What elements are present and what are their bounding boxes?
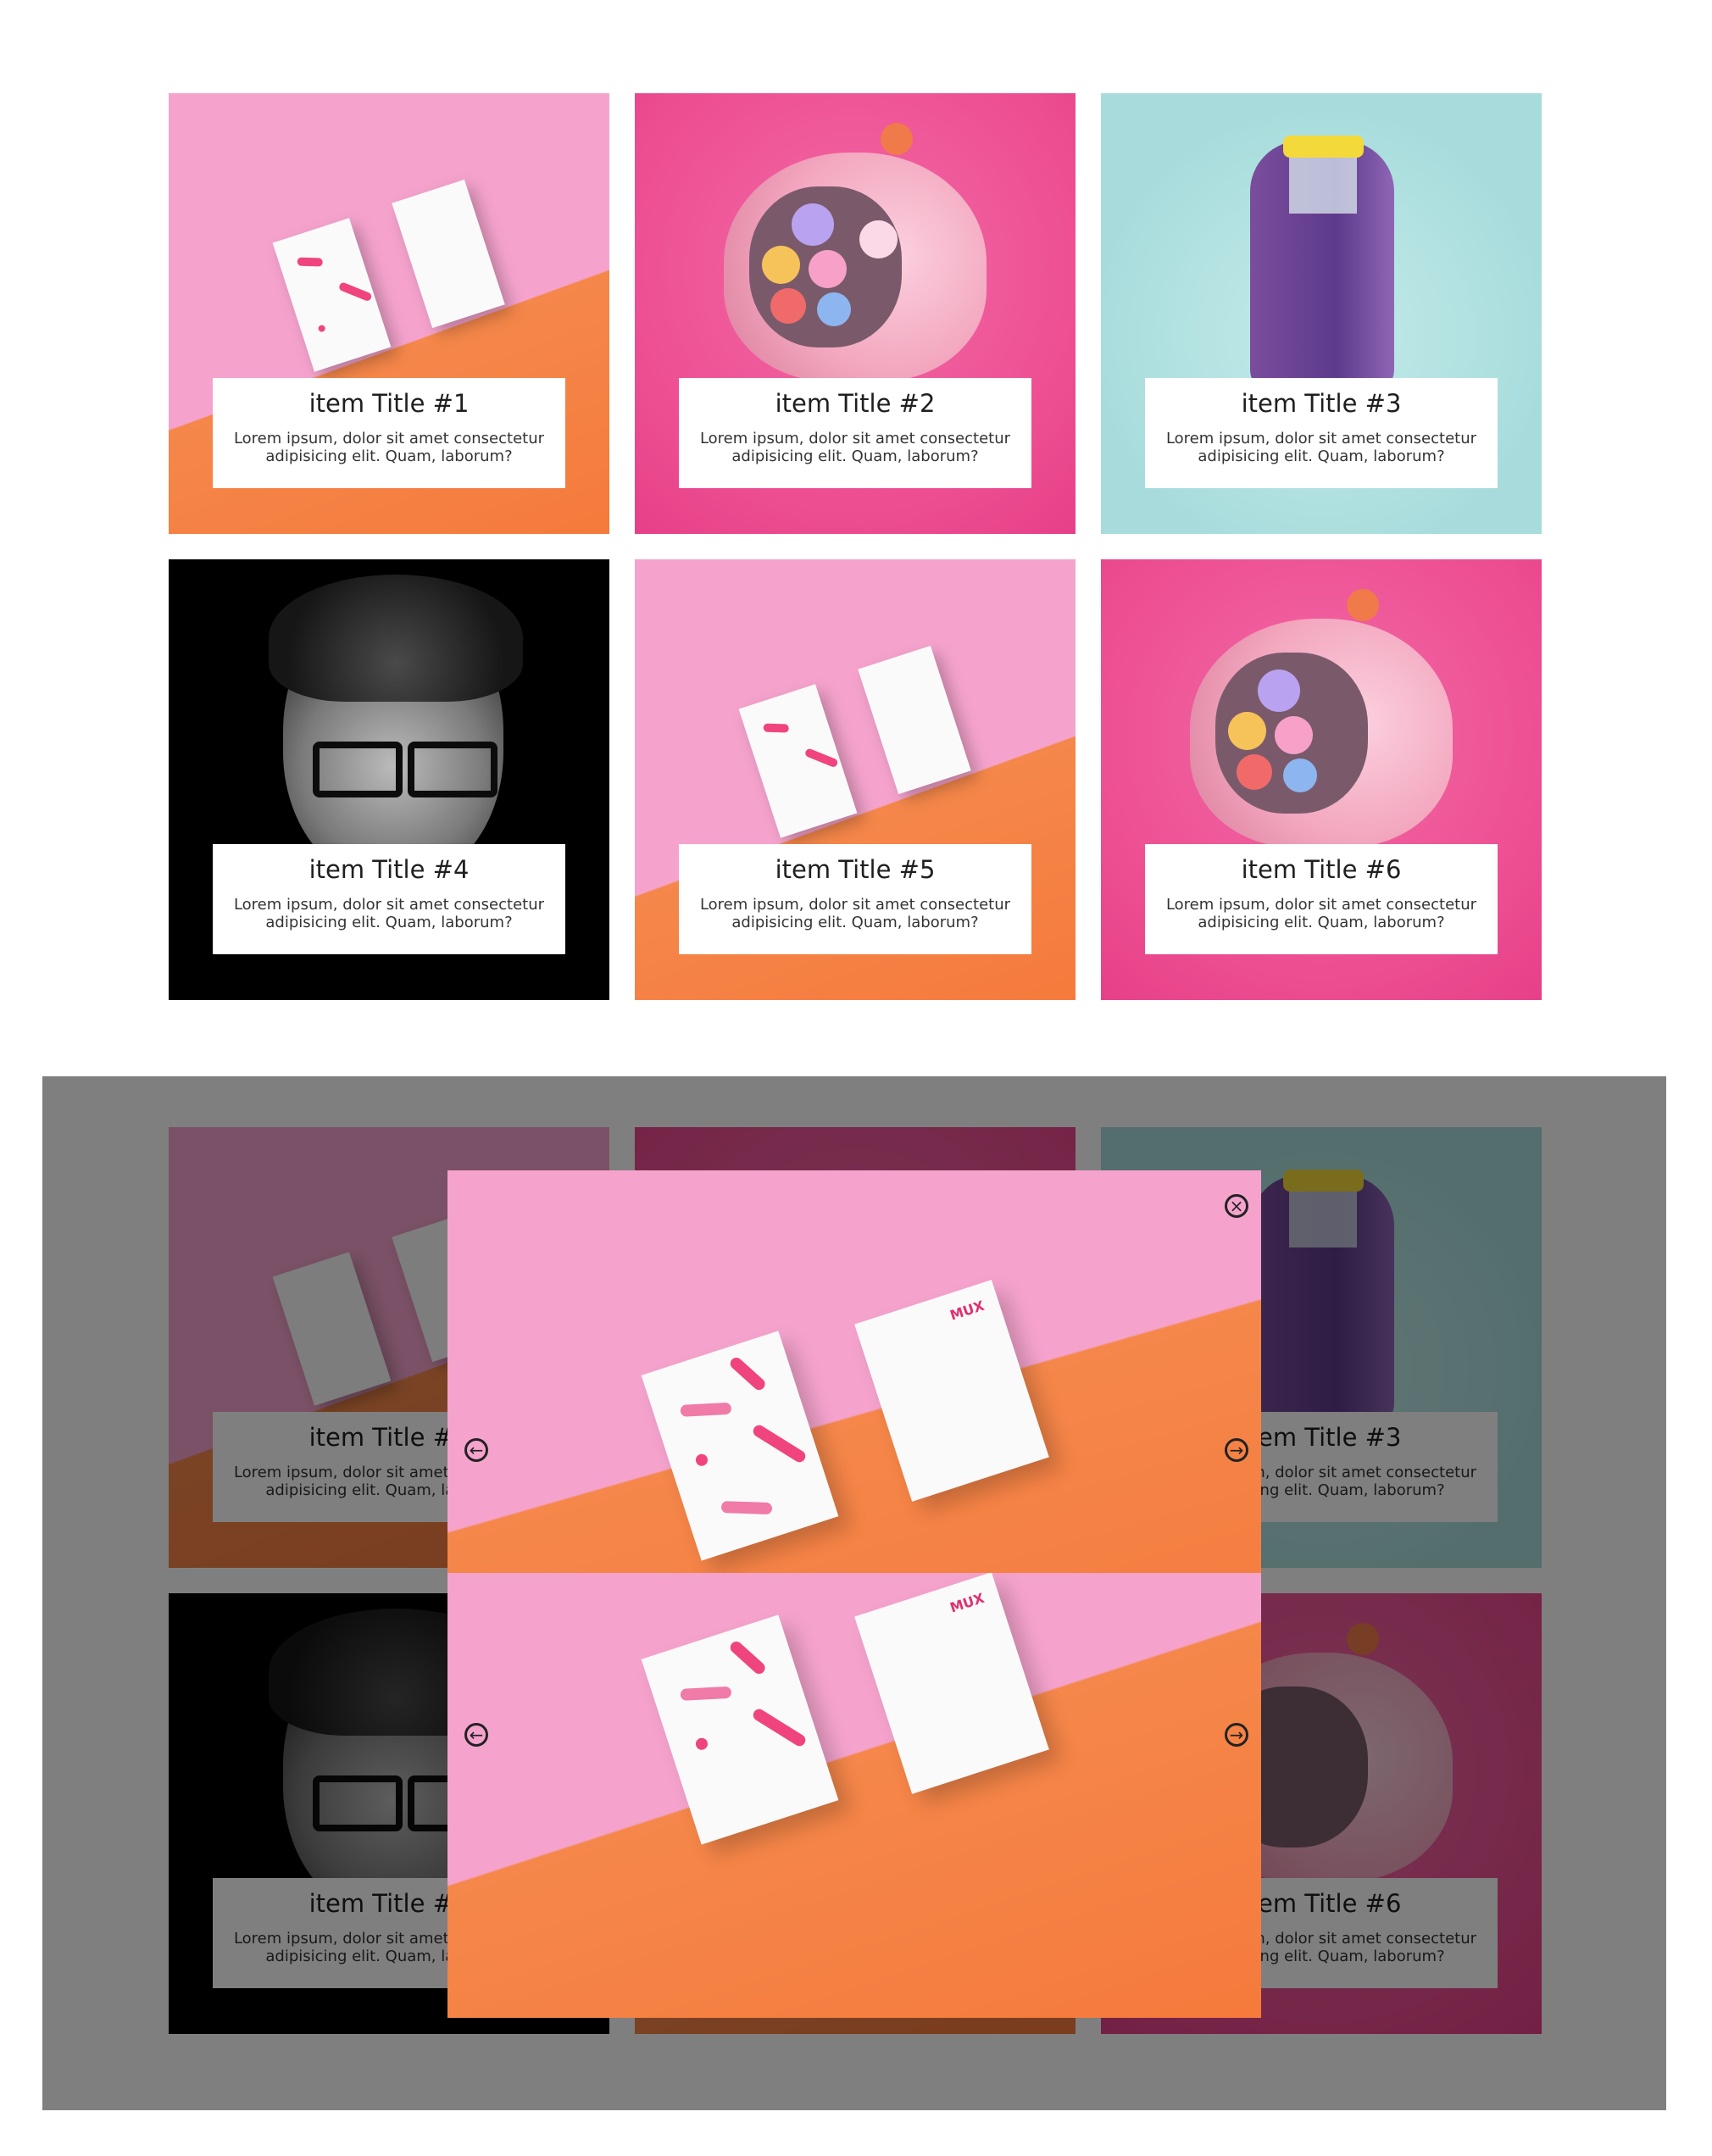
business-card-image: [392, 179, 505, 329]
item-title: item Title #6: [1241, 855, 1402, 884]
gallery-item-4[interactable]: item Title #4 Lorem ipsum, dolor sit ame…: [169, 559, 609, 1000]
business-card-image: [272, 218, 392, 372]
gallery-grid: item Title #1 Lorem ipsum, dolor sit ame…: [169, 93, 1543, 1095]
item-caption: item Title #4 Lorem ipsum, dolor sit ame…: [213, 844, 565, 954]
item-title: item Title #5: [775, 855, 936, 884]
item-caption: item Title #6 Lorem ipsum, dolor sit ame…: [1145, 844, 1498, 954]
gallery-item-3[interactable]: item Title #3 Lorem ipsum, dolor sit ame…: [1101, 93, 1542, 534]
lightbox-modal: MUX MUX × ← → ← →: [447, 1170, 1261, 2018]
gallery-item-5[interactable]: item Title #5 Lorem ipsum, dolor sit ame…: [635, 559, 1076, 1000]
item-description: Lorem ipsum, dolor sit amet consectetur …: [699, 430, 1011, 465]
lightbox-slide: MUX: [447, 1170, 1261, 1594]
item-title: item Title #4: [308, 855, 470, 884]
next-arrow-icon[interactable]: →: [1225, 1723, 1248, 1747]
item-title: item Title #3: [1241, 389, 1402, 418]
close-icon[interactable]: ×: [1225, 1194, 1248, 1218]
business-card-image: MUX: [854, 1573, 1049, 1794]
item-description: Lorem ipsum, dolor sit amet consectetur …: [233, 896, 545, 931]
item-description: Lorem ipsum, dolor sit amet consectetur …: [233, 430, 545, 465]
item-description: Lorem ipsum, dolor sit amet consectetur …: [699, 896, 1011, 931]
brand-mark: MUX: [948, 1589, 987, 1616]
item-caption: item Title #3 Lorem ipsum, dolor sit ame…: [1145, 378, 1498, 488]
item-description: Lorem ipsum, dolor sit amet consectetur …: [1165, 430, 1477, 465]
business-card-image: [641, 1614, 839, 1845]
item-caption: item Title #1 Lorem ipsum, dolor sit ame…: [213, 378, 565, 488]
gallery-item-1[interactable]: item Title #1 Lorem ipsum, dolor sit ame…: [169, 93, 609, 534]
gumball-helmet-image: [724, 153, 987, 381]
business-card-image: MUX: [854, 1280, 1049, 1502]
gallery-item-6[interactable]: item Title #6 Lorem ipsum, dolor sit ame…: [1101, 559, 1542, 1000]
item-title: item Title #2: [775, 389, 936, 418]
business-card-image: [641, 1331, 839, 1561]
prev-arrow-icon[interactable]: ←: [464, 1438, 488, 1462]
orb-image: [1347, 589, 1379, 621]
business-card-image: [738, 684, 858, 838]
gallery-item-2[interactable]: item Title #2 Lorem ipsum, dolor sit ame…: [635, 93, 1076, 534]
item-caption: item Title #2 Lorem ipsum, dolor sit ame…: [679, 378, 1031, 488]
item-caption: item Title #5 Lorem ipsum, dolor sit ame…: [679, 844, 1031, 954]
lightbox-slide: MUX: [447, 1573, 1261, 2018]
item-title: item Title #1: [308, 389, 470, 418]
business-card-image: [858, 645, 971, 795]
brand-mark: MUX: [948, 1297, 987, 1324]
orb-image: [881, 123, 913, 155]
next-arrow-icon[interactable]: →: [1225, 1438, 1248, 1462]
prev-arrow-icon[interactable]: ←: [464, 1723, 488, 1747]
item-description: Lorem ipsum, dolor sit amet consectetur …: [1165, 896, 1477, 931]
gumball-helmet-image: [1190, 619, 1453, 847]
